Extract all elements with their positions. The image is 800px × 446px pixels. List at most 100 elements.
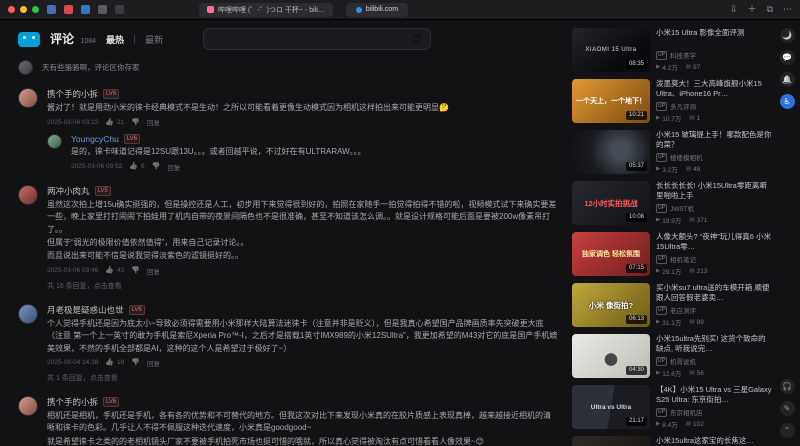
video-card[interactable]: XIAOMI 15 Ultra 08:35 小米15 Ultra 影像全面评测 … [572,28,772,72]
like-count: 43 [117,267,125,275]
extension-icon[interactable] [47,5,56,14]
video-thumbnail[interactable]: 05:37 [572,130,650,174]
zoom-window-button[interactable] [32,6,39,13]
up-icon: UP [656,152,667,162]
cover-text: 独家调色 轻松氛围 [582,251,640,258]
comment-row: 携个手的小拆 LV6 相机还是相机，手机还是手机，各有各的优势和不可替代的地方。… [18,395,558,446]
reply-button[interactable]: 回复 [147,358,160,368]
video-card[interactable]: 04:30 小米15ultra先别买! 这货个致命的缺点, 听我说完… UP 机哥… [572,334,772,378]
dislike-icon[interactable]: 👎 [131,267,140,274]
video-thumbnail[interactable]: 12小时实拍挑战 10:08 [572,181,650,225]
video-thumbnail[interactable]: Ultra vs Ultra 21:17 [572,385,650,429]
video-card[interactable]: 05:37 小米15 玻璃提上手！哪款配色是你的菜？ UP 楼楼模相机 ▶ 3.2万… [572,130,772,174]
view-more-replies[interactable]: 共 1 条回复，点击查看 [47,373,558,383]
view-more-replies[interactable]: 共 16 条回复，点击查看 [47,281,558,291]
uploader-name[interactable]: 相机笔记 [670,254,696,264]
video-title[interactable]: 人像大额头? “夜神”玩儿得真6 小米15Ultra零… [656,232,772,252]
back-to-top-icon[interactable]: ⌃ [779,423,795,438]
video-title[interactable]: 小米15 Ultra 影像全面评测 [656,28,772,38]
danmaku-count: 97 [692,63,701,71]
extension-icon[interactable] [115,5,124,14]
comment-author[interactable]: 两冲小肉丸 [47,185,90,197]
uploader-name[interactable]: 老白测评 [670,305,696,315]
notification-icon[interactable]: 🔔 [779,72,795,87]
like-icon[interactable]: 👍 [105,267,114,274]
like-icon[interactable]: 👍 [105,359,114,366]
customer-service-icon[interactable]: 🎧 [779,379,795,394]
emoji-icon[interactable]: 😊 [412,34,422,45]
tab-new[interactable]: 最新 [145,33,163,46]
comment-author[interactable]: 携个手的小拆 [47,396,98,408]
danmaku-count: 89 [696,318,704,326]
user-level-badge: LV6 [103,89,120,99]
extension-icon[interactable] [64,5,73,14]
more-menu-icon[interactable]: ⋯ [783,5,792,14]
video-card[interactable]: 独家调色 轻松氛围 07:15 人像大额头? “夜神”玩儿得真6 小米15Ult… [572,232,772,276]
comment-text: 但属于“弱光的极限价值依然值得”，用来自己记录讨论。。 [47,237,249,247]
browser-tab[interactable]: 哔哩哔哩 (゜-゜)つロ 干杯~ - bili… [199,2,333,17]
address-bar[interactable]: bilibili.com [345,2,409,17]
video-thumbnail[interactable]: 独家调色 轻松氛围 07:15 [572,232,650,276]
like-icon[interactable]: 👍 [129,163,138,170]
uploader-name[interactable]: 科技美学 [670,50,696,60]
new-tab-icon[interactable]: ＋ [748,5,757,14]
reply-button[interactable]: 回复 [167,162,180,172]
video-thumbnail[interactable]: 04:30 [572,334,650,378]
accessibility-icon[interactable]: ♿ [779,94,795,109]
uploader-name[interactable]: 机哥说机 [670,356,696,366]
uploader-name[interactable]: 东京相机店 [670,407,703,417]
tab-overview-icon[interactable]: ⧉ [767,5,773,14]
video-title[interactable]: 小米15ultra这家宝的长焦这… [656,436,772,446]
video-title[interactable]: 泼墨莫大！三大高峰旗舰小米15 Ultra、iPhone16 Pr… [656,79,772,99]
video-card[interactable]: 一个天上，一个地下！ 10:21 泼墨莫大！三大高峰旗舰小米15 Ultra、i… [572,79,772,123]
video-thumbnail[interactable]: 一个天上，一个地下！ 10:21 [572,79,650,123]
reply-button[interactable]: 回复 [147,266,160,276]
video-thumbnail[interactable]: XIAOMI 15 Ultra 08:35 [572,28,650,72]
avatar[interactable] [18,60,33,75]
minimize-window-button[interactable] [20,6,27,13]
url-text: bilibili.com [365,6,399,13]
feedback-icon[interactable]: ✎ [779,401,795,416]
avatar[interactable] [47,134,62,150]
play-count: 12.6万 [662,371,682,378]
extension-icon[interactable] [98,5,107,14]
video-title[interactable]: 小米15 玻璃提上手！哪款配色是你的菜？ [656,130,772,150]
close-window-button[interactable] [8,6,15,13]
video-title[interactable]: 【4K】小米15 Ultra vs 三星Galaxy S25 Ultra: 东京… [656,385,772,405]
uploader-name[interactable]: 多凡评测 [670,101,696,111]
avatar[interactable] [18,184,38,205]
comment-author[interactable]: 携个手的小拆 [47,88,98,100]
video-title[interactable]: 长长长长长! 小米15Ultra零距离噼里啪啦上手 [656,181,772,201]
video-title[interactable]: 小米15ultra先别买! 这货个致命的缺点, 听我说完… [656,334,772,354]
extension-icon[interactable] [81,5,90,14]
video-card[interactable]: Ultra vs Ultra 21:17 【4K】小米15 Ultra vs 三… [572,385,772,429]
download-icon[interactable]: ⇩ [730,5,738,14]
like-icon[interactable]: 👍 [105,119,114,126]
uploader-name[interactable]: 楼楼模相机 [670,152,703,162]
duration-badge: 05:37 [625,162,647,171]
like-count: 21 [117,118,125,126]
video-thumbnail[interactable]: 小米 像街拍? 06:13 [572,283,650,327]
message-icon[interactable]: 💬 [779,50,795,65]
avatar[interactable] [18,303,38,324]
video-card[interactable]: ULTRA 05:02 小米15ultra这家宝的长焦这… UP数码速递 ▶6.… [572,436,772,446]
tab-hot[interactable]: 最热 [106,33,124,46]
dislike-icon[interactable]: 👎 [152,163,161,170]
video-thumbnail[interactable]: ULTRA 05:02 [572,436,650,446]
comment-author[interactable]: 月老极是疑惑山也世 [47,304,124,316]
avatar[interactable] [18,88,38,108]
like-count: 6 [141,163,145,171]
comment-input[interactable]: 😊 [203,28,432,50]
dark-mode-icon[interactable]: 🌙 [779,28,795,43]
video-card[interactable]: 小米 像街拍? 06:13 买小米su7 ultra送的车模开箱 顺便跟人回答假… [572,283,772,327]
dislike-icon[interactable]: 👎 [131,119,140,126]
reply-author[interactable]: YoungcyChu [71,134,119,144]
uploader-name[interactable]: JWST机 [670,203,694,213]
video-title[interactable]: 买小米su7 ultra送的车模开箱 顺便跟人回答假老婆卖… [656,283,772,303]
dislike-icon[interactable]: 👎 [131,359,140,366]
comments-section: 评论 1084 最热 最新 😊 天有些骆骆啊，评论区你存家 携个手的小拆 LV6… [0,20,566,446]
video-card[interactable]: 12小时实拍挑战 10:08 长长长长长! 小米15Ultra零距离噼里啪啦上手… [572,181,772,225]
bilibili-logo[interactable] [18,31,40,47]
avatar[interactable] [18,395,38,416]
reply-button[interactable]: 回复 [147,117,160,127]
